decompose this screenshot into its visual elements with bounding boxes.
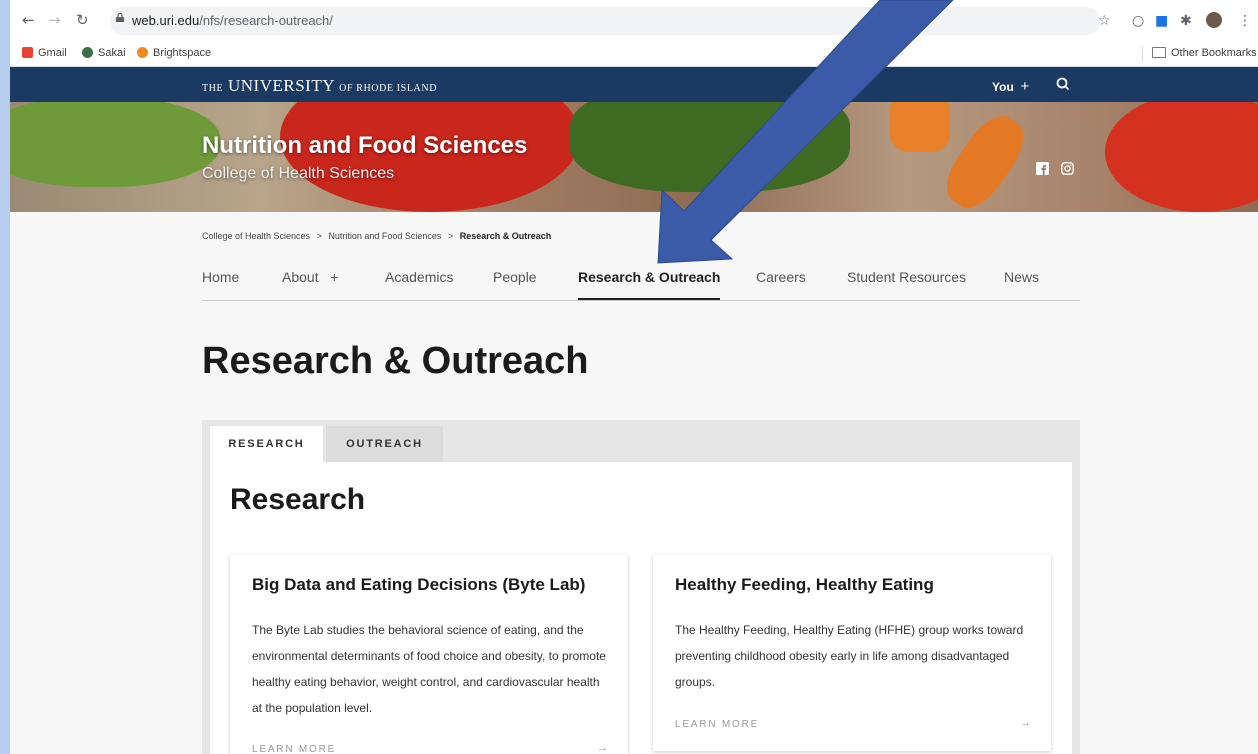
annotation-arrow <box>657 0 954 264</box>
